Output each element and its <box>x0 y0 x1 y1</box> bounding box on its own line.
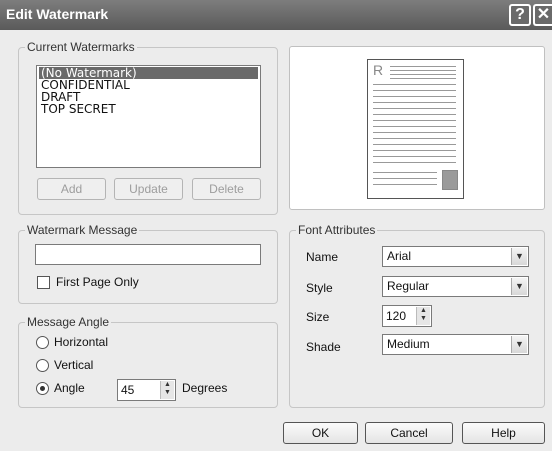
page-thumbnail <box>442 170 458 190</box>
angle-label[interactable]: Angle <box>54 381 85 395</box>
window-title: Edit Watermark <box>6 6 109 22</box>
font-name-select[interactable]: Arial ▼ <box>382 246 529 267</box>
font-shade-select[interactable]: Medium ▼ <box>382 334 529 355</box>
degrees-label: Degrees <box>182 381 228 395</box>
font-style-label: Style <box>306 281 333 295</box>
watermark-preview: R <box>289 46 545 210</box>
question-icon: ? <box>515 6 525 23</box>
font-style-select[interactable]: Regular ▼ <box>382 276 529 297</box>
chevron-down-icon[interactable]: ▼ <box>511 336 527 353</box>
angle-value: 45 <box>121 383 135 397</box>
font-attributes-label: Font Attributes <box>296 223 378 237</box>
spin-arrows-icon[interactable]: ▲ ▼ <box>416 307 430 325</box>
edit-watermark-dialog: Edit Watermark ? ✕ Current Watermarks (N… <box>0 0 552 451</box>
update-button[interactable]: Update <box>114 178 183 200</box>
watermark-message-label: Watermark Message <box>25 223 140 237</box>
close-icon: ✕ <box>536 6 551 23</box>
help-title-button[interactable]: ? <box>509 4 531 26</box>
title-bar[interactable]: Edit Watermark ? ✕ <box>0 0 552 30</box>
watermark-listbox[interactable]: (No Watermark) CONFIDENTIAL DRAFT TOP SE… <box>36 65 261 168</box>
current-watermarks-label: Current Watermarks <box>25 40 137 54</box>
spin-arrows-icon[interactable]: ▲ ▼ <box>160 381 174 399</box>
vertical-radio[interactable] <box>36 359 49 372</box>
watermark-message-input[interactable] <box>35 244 261 265</box>
font-style-value: Regular <box>387 279 430 293</box>
close-button[interactable]: ✕ <box>533 4 552 26</box>
font-size-spinbox[interactable]: 120 ▲ ▼ <box>382 305 432 327</box>
delete-button[interactable]: Delete <box>192 178 261 200</box>
font-size-value: 120 <box>386 309 407 323</box>
add-button[interactable]: Add <box>37 178 106 200</box>
list-item[interactable]: TOP SECRET <box>39 103 258 115</box>
watermark-message-group: Watermark Message <box>18 223 278 304</box>
font-size-label: Size <box>306 310 330 324</box>
message-angle-label: Message Angle <box>25 315 112 329</box>
help-button[interactable]: Help <box>462 422 545 444</box>
font-name-value: Arial <box>387 249 412 263</box>
horizontal-label[interactable]: Horizontal <box>54 335 108 349</box>
font-shade-label: Shade <box>306 340 341 354</box>
angle-spinbox[interactable]: 45 ▲ ▼ <box>117 379 176 401</box>
chevron-down-icon[interactable]: ▼ <box>511 248 527 265</box>
cancel-button[interactable]: Cancel <box>365 422 453 444</box>
page-preview: R <box>367 59 464 199</box>
horizontal-radio[interactable] <box>36 336 49 349</box>
angle-radio[interactable] <box>36 382 49 395</box>
page-letter: R <box>373 62 384 78</box>
ok-button[interactable]: OK <box>283 422 358 444</box>
radio-selected-dot <box>40 386 45 391</box>
vertical-label[interactable]: Vertical <box>54 358 93 372</box>
first-page-only-label[interactable]: First Page Only <box>56 275 139 289</box>
first-page-only-checkbox[interactable] <box>37 276 50 289</box>
chevron-down-icon[interactable]: ▼ <box>511 278 527 295</box>
font-name-label: Name <box>306 250 339 264</box>
font-shade-value: Medium <box>387 337 430 351</box>
